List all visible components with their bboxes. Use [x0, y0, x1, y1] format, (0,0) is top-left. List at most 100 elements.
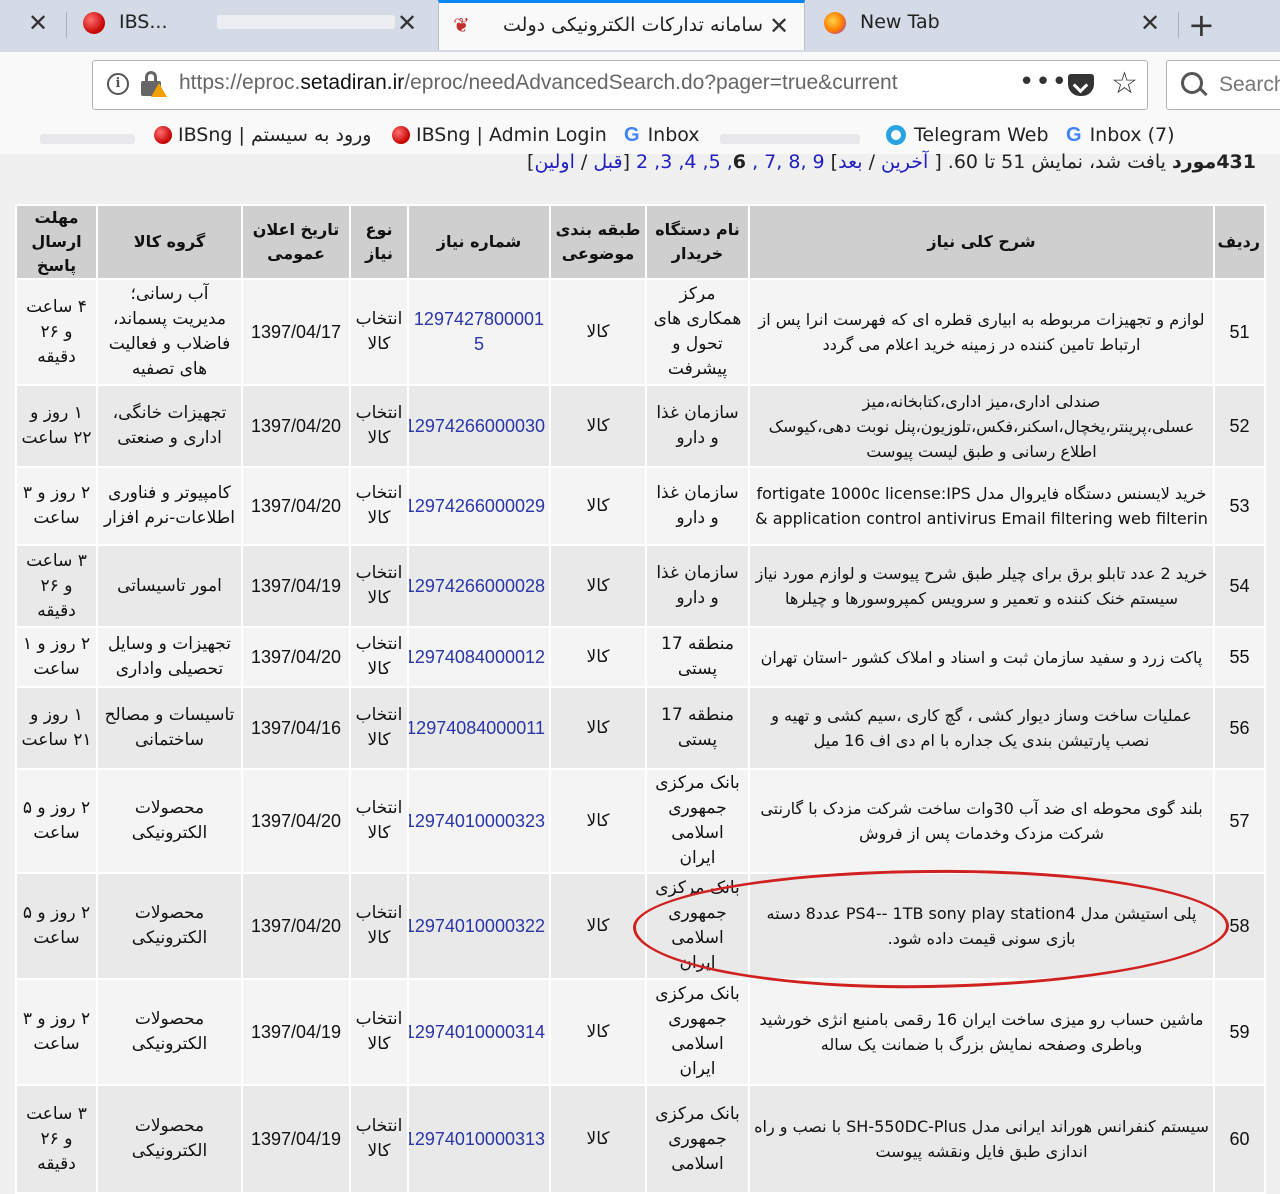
- announce-date-cell: 1397/04/19: [241, 1084, 351, 1194]
- tab-ibsng[interactable]: IBS... ✕: [67, 0, 438, 50]
- table-row[interactable]: 60 سیستم کنفرانس هوراند ایرانی مدل SH-550…: [15, 1084, 1266, 1194]
- redacted-bookmark: [40, 134, 135, 144]
- classification-cell: کالا: [549, 384, 647, 468]
- close-icon[interactable]: ✕: [397, 9, 417, 37]
- buyer-cell: سازمان غذا و دارو: [645, 384, 750, 468]
- classification-cell: کالا: [549, 686, 647, 770]
- buyer-cell: منطقه 17 پستی: [645, 686, 750, 770]
- description-cell: خرید 2 عدد تابلو برق برای چیلر طبق شرح پ…: [748, 544, 1215, 628]
- search-input[interactable]: Search: [1166, 60, 1280, 110]
- need-type-cell: انتخاب کالا: [349, 384, 409, 468]
- row-number-cell: 56: [1213, 686, 1266, 770]
- goods-group-cell: تجهیزات خانگی، اداری و صنعتی: [96, 384, 243, 468]
- pager-prev-link[interactable]: قبل: [593, 151, 622, 173]
- deadline-cell: ۳ ساعت و ۲۶ دقیقه: [15, 1084, 98, 1194]
- description-cell: ماشین حساب رو میزی ساخت ایران 16 رقمی با…: [748, 978, 1215, 1086]
- pager-next-link[interactable]: بعد: [838, 151, 862, 173]
- close-icon[interactable]: ✕: [28, 9, 48, 37]
- table-row[interactable]: 51 لوازم و تجهیزات مربوطه به ابیاری قطره …: [15, 278, 1266, 386]
- page-actions-icon[interactable]: •••: [1019, 67, 1068, 97]
- table-row[interactable]: 55 پاکت زرد و سفید سازمان ثبت و اسناد و ا…: [15, 626, 1266, 688]
- search-placeholder: Search: [1219, 73, 1280, 96]
- need-number-link[interactable]: 12974010000313: [407, 1084, 551, 1194]
- buyer-cell: منطقه 17 پستی: [645, 626, 750, 688]
- classification-cell: کالا: [549, 768, 647, 874]
- table-row[interactable]: 57 بلند گوی محوطه ای ضد آب 30وات ساخت شرک…: [15, 768, 1266, 874]
- buyer-cell: بانک مرکزی جمهوری اسلامی: [645, 1084, 750, 1194]
- table-row[interactable]: 56 عملیات ساخت وساز دیوار کشی ، گچ کاری ،…: [15, 686, 1266, 770]
- need-number-link[interactable]: 12974010000314: [407, 978, 551, 1086]
- telegram-icon: [886, 125, 906, 145]
- new-tab-plus-icon[interactable]: +: [1188, 6, 1215, 44]
- announce-date-cell: 1397/04/20: [241, 626, 351, 688]
- need-type-cell: انتخاب کالا: [349, 686, 409, 770]
- deadline-cell: ۴ ساعت و ۲۶ دقیقه: [15, 278, 98, 386]
- need-number-link[interactable]: 12974084000012: [407, 626, 551, 688]
- info-icon[interactable]: i: [107, 73, 129, 95]
- goods-group-cell: محصولات الکترونیکی: [96, 1084, 243, 1194]
- table-row[interactable]: 53 خرید لایسنس دستگاه فایروال مدل fortiga…: [15, 466, 1266, 546]
- tab-new-tab[interactable]: New Tab ✕: [806, 0, 1178, 50]
- bookmark-inbox-7[interactable]: G Inbox (7): [1066, 124, 1175, 147]
- pager-first-link[interactable]: اولین: [534, 151, 574, 173]
- url-bar[interactable]: i https://eproc.setadiran.ir/eproc/needA…: [92, 60, 1148, 110]
- pager-pages-after[interactable]: 9 ,8 ,7 ,: [752, 151, 825, 173]
- deadline-cell: ۳ ساعت و ۲۶ دقیقه: [15, 544, 98, 628]
- goods-group-cell: امور تاسیساتی: [96, 544, 243, 628]
- header-need-type: نوع نیاز: [349, 204, 409, 280]
- tab-overflow[interactable]: ✕: [0, 0, 66, 50]
- description-cell: سیستم کنفرانس هوراند ایرانی مدل SH-550DC…: [748, 1084, 1215, 1194]
- description-cell: لوازم و تجهیزات مربوطه به ابیاری قطره ای…: [748, 278, 1215, 386]
- table-row[interactable]: 59 ماشین حساب رو میزی ساخت ایران 16 رقمی …: [15, 978, 1266, 1086]
- need-type-cell: انتخاب کالا: [349, 626, 409, 688]
- buyer-cell: مرکز همکاری های تحول و پیشرفت: [645, 278, 750, 386]
- insecure-lock-icon[interactable]: [141, 71, 167, 97]
- ibsng-favicon-icon: [83, 12, 105, 34]
- pager-last-link[interactable]: آخرین: [881, 151, 928, 173]
- table-row[interactable]: 54 خرید 2 عدد تابلو برق برای چیلر طبق شرح…: [15, 544, 1266, 628]
- row-number-cell: 57: [1213, 768, 1266, 874]
- goods-group-cell: محصولات الکترونیکی: [96, 768, 243, 874]
- pocket-icon[interactable]: [1068, 74, 1094, 96]
- bookmarks-toolbar: IBSng | ورود به سیستم IBSng | Admin Logi…: [0, 120, 1280, 154]
- row-number-cell: 53: [1213, 466, 1266, 546]
- need-number-link[interactable]: 12974266000028: [407, 544, 551, 628]
- announce-date-cell: 1397/04/20: [241, 768, 351, 874]
- header-buyer: نام دستگاه خریدار: [645, 204, 750, 280]
- close-icon[interactable]: ✕: [1140, 9, 1160, 37]
- tab-setadiran[interactable]: ❦ سامانه تدارکات الکترونیکی دولت ✕: [438, 0, 805, 50]
- pager-pages-before[interactable]: , 5, 4, 3, 2: [636, 151, 733, 173]
- goods-group-cell: محصولات الکترونیکی: [96, 872, 243, 980]
- results-table: ردیف شرح کلی نیاز نام دستگاه خریدار طبقه…: [15, 204, 1266, 1194]
- bookmark-ibsng-login[interactable]: IBSng | ورود به سیستم: [154, 124, 371, 146]
- classification-cell: کالا: [549, 872, 647, 980]
- row-number-cell: 60: [1213, 1084, 1266, 1194]
- need-number-link[interactable]: 1297427800001 5: [407, 278, 551, 386]
- announce-date-cell: 1397/04/16: [241, 686, 351, 770]
- need-type-cell: انتخاب کالا: [349, 1084, 409, 1194]
- table-row[interactable]: 52 صندلی اداری،میز اداری،کتابخانه،میز عسل…: [15, 384, 1266, 468]
- announce-date-cell: 1397/04/20: [241, 872, 351, 980]
- header-goods-group: گروه کالا: [96, 204, 243, 280]
- need-number-link[interactable]: 12974084000011: [407, 686, 551, 770]
- tab-title: سامانه تدارکات الکترونیکی دولت: [503, 14, 764, 36]
- url-text[interactable]: https://eproc.setadiran.ir/eproc/needAdv…: [179, 71, 959, 95]
- row-number-cell: 58: [1213, 872, 1266, 980]
- table-row[interactable]: 58 پلی استیشن مدل PS4-- 1TB sony play sta…: [15, 872, 1266, 980]
- need-number-link[interactable]: 12974010000323: [407, 768, 551, 874]
- classification-cell: کالا: [549, 1084, 647, 1194]
- close-icon[interactable]: ✕: [769, 12, 789, 40]
- description-cell: پاکت زرد و سفید سازمان ثبت و اسناد و امل…: [748, 626, 1215, 688]
- deadline-cell: ۱ روز و ۲۲ ساعت: [15, 384, 98, 468]
- bookmark-inbox[interactable]: G Inbox: [624, 124, 700, 147]
- buyer-cell: بانک مرکزی جمهوری اسلامی ایران: [645, 872, 750, 980]
- bookmark-telegram[interactable]: Telegram Web: [886, 124, 1049, 146]
- need-number-link[interactable]: 12974010000322: [407, 872, 551, 980]
- ibsng-favicon-icon: [392, 126, 410, 144]
- bookmark-ibsng-admin[interactable]: IBSng | Admin Login: [392, 124, 607, 146]
- need-number-link[interactable]: 12974266000030: [407, 384, 551, 468]
- deadline-cell: ۲ روز و ۵ ساعت: [15, 768, 98, 874]
- setad-favicon-icon: ❦: [453, 13, 470, 37]
- need-number-link[interactable]: 12974266000029: [407, 466, 551, 546]
- bookmark-star-icon[interactable]: ☆: [1111, 66, 1138, 101]
